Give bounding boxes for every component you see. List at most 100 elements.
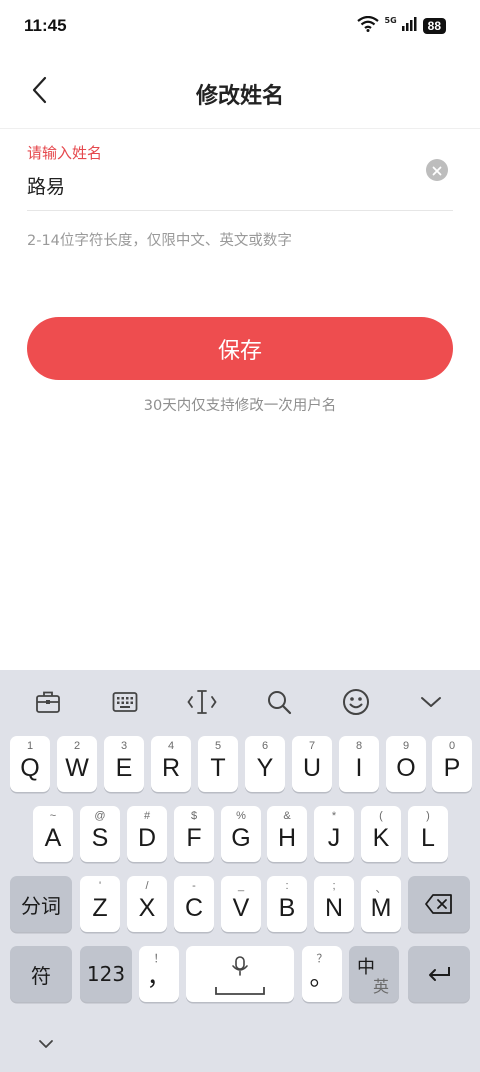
space-key[interactable] [186,946,294,1002]
key-sub-label: 9 [402,740,410,752]
status-bar: 11:45 5G 88 [0,0,480,56]
signal-icon [401,16,417,36]
key-label: J [327,824,341,852]
key-sub-label: 7 [308,740,316,752]
key-i[interactable]: 8I [339,736,379,792]
text-cursor-icon [187,689,217,719]
clipboard-icon [35,689,61,719]
key-sub-label: ( [379,810,383,822]
key-t[interactable]: 5T [198,736,238,792]
language-toggle-key[interactable]: 中 英 [349,946,399,1002]
page-title: 修改姓名 [195,84,284,109]
key-e[interactable]: 3E [104,736,144,792]
clear-input-button[interactable] [426,159,448,181]
cursor-control-button[interactable] [184,686,220,722]
key-sub-label: _ [237,880,245,892]
key-label: F [186,824,202,852]
key-label: ， [146,963,172,991]
segment-key[interactable]: 分词 [10,876,72,932]
key-x[interactable]: / X [127,876,167,932]
wifi-icon [356,15,379,36]
key-sub-label: 5 [214,740,222,752]
search-icon [266,689,292,719]
key-label: G [231,824,251,852]
save-button[interactable]: 保存 [27,317,453,380]
keyboard-switch-button[interactable] [107,686,143,722]
key-w[interactable]: 2W [57,736,97,792]
key-d[interactable]: # D [127,806,167,862]
emoji-icon [342,688,370,720]
period-key[interactable]: ？。 [302,946,342,1002]
comma-key[interactable]: ！， [139,946,179,1002]
key-q[interactable]: 1Q [10,736,50,792]
key-label: Y [256,754,274,782]
key-h[interactable]: & H [267,806,307,862]
key-y[interactable]: 6Y [245,736,285,792]
input-divider [27,210,453,211]
key-label: C [184,894,204,922]
key-a[interactable]: ~ A [33,806,73,862]
key-label: U [302,754,322,782]
chevron-down-icon [38,1034,54,1053]
key-k[interactable]: (K [361,806,401,862]
microphone-icon [229,955,251,981]
key-label: 符 [31,963,51,988]
key-l[interactable]: ) L [408,806,448,862]
key-label: X [138,894,156,922]
clipboard-button[interactable] [30,686,66,722]
key-sub-label: 1 [26,740,34,752]
key-sub-label: # [143,810,151,822]
key-label: 分词 [21,893,61,918]
key-label: A [44,824,62,852]
key-m[interactable]: 、 M [361,876,401,932]
key-sub-label: 4 [167,740,175,752]
key-u[interactable]: 7U [292,736,332,792]
key-s[interactable]: @ S [80,806,120,862]
key-b[interactable]: :B [267,876,307,932]
status-icons: 5G 88 [356,15,446,36]
key-sub-label: @ [94,810,106,822]
key-sub-label: 2 [73,740,81,752]
input-hint: 2-14位字符长度，仅限中文、英文或数字 [27,233,292,249]
key-j[interactable]: * J [314,806,354,862]
keyboard-icon [112,691,138,717]
key-o[interactable]: 9O [386,736,426,792]
key-sub-label: ; [332,880,336,892]
emoji-button[interactable] [338,686,374,722]
key-n[interactable]: ; N [314,876,354,932]
key-label: 。 [309,963,335,991]
search-button[interactable] [261,686,297,722]
key-label: 123 [86,962,126,986]
key-f[interactable]: $ F [174,806,214,862]
enter-key[interactable] [408,946,470,1002]
backspace-icon [408,876,470,932]
key-sub-label: 3 [120,740,128,752]
name-input[interactable] [27,170,417,200]
key-label: Z [92,894,108,922]
key-sub-label: % [236,810,246,822]
symbol-key[interactable]: 符 [10,946,72,1002]
key-v[interactable]: _ V [221,876,261,932]
key-sub-label: ) [426,810,430,822]
key-sub-label: & [283,810,291,822]
key-r[interactable]: 4R [151,736,191,792]
key-p[interactable]: 0P [432,736,472,792]
keyboard: 1Q 2W 3E 4R 5T 6Y 7U 8I 9O 0P ~ A @ S # D $… [0,670,480,1072]
language-secondary: 英 [373,977,390,996]
hide-keyboard-button[interactable] [413,686,449,722]
keyboard-toolbar [0,670,480,734]
backspace-key[interactable] [408,876,470,932]
key-label: K [372,824,390,852]
key-sub-label: 0 [448,740,456,752]
key-g[interactable]: % G [221,806,261,862]
collapse-keyboard-button[interactable] [30,1030,62,1056]
close-icon [432,161,442,180]
key-label: R [161,754,181,782]
key-sub-label: * [331,810,337,822]
key-sub-label: - [192,880,196,892]
key-c[interactable]: -C [174,876,214,932]
key-z[interactable]: ' Z [80,876,120,932]
number-key[interactable]: 123 [80,946,132,1002]
key-sub-label: $ [190,810,198,822]
space-bar-icon [214,982,266,1001]
